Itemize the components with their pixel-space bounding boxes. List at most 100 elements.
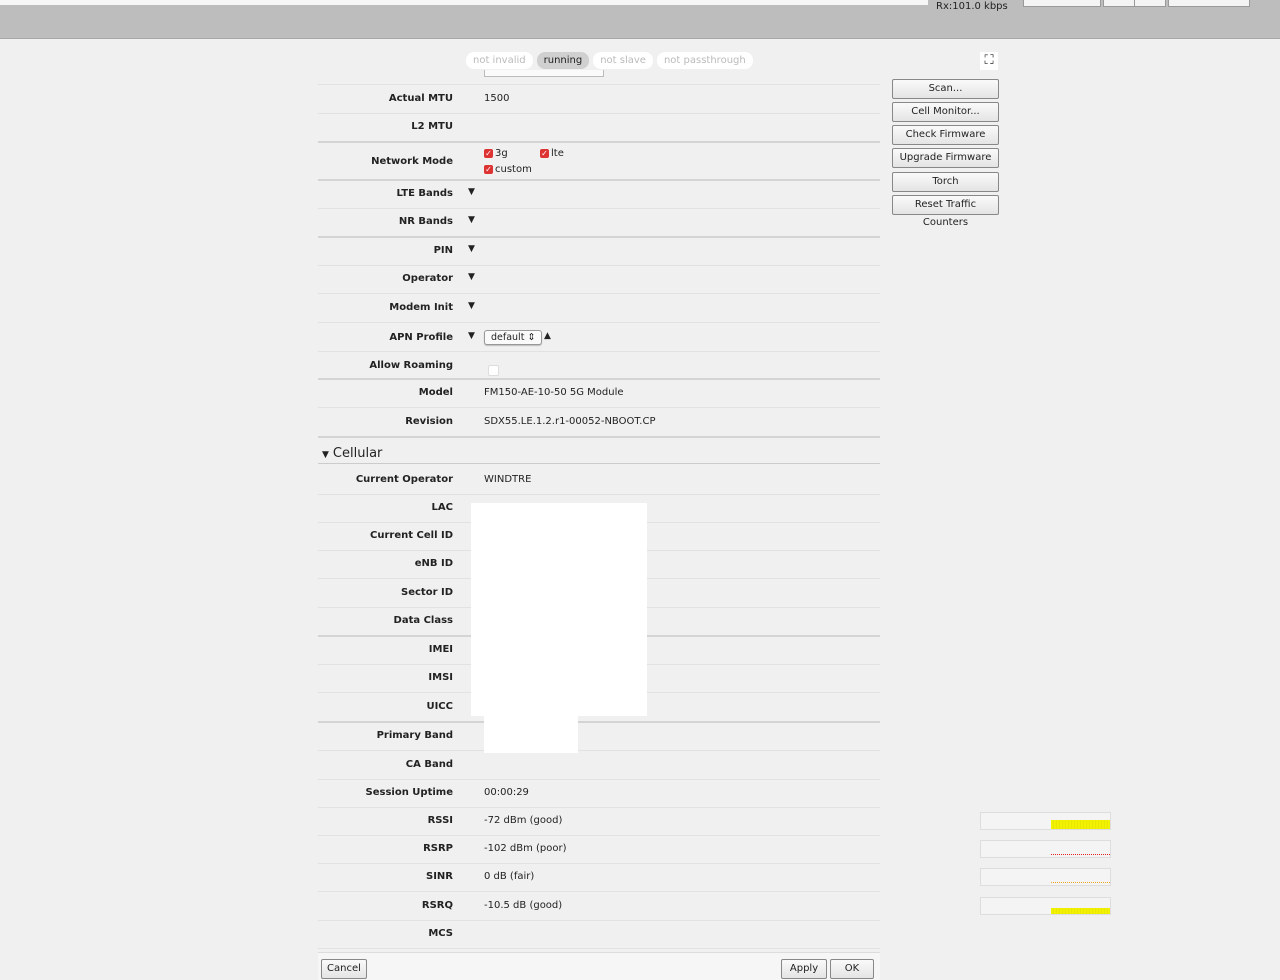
row-primary-band: Primary Band	[318, 722, 880, 751]
field-label: IMSI	[428, 672, 453, 683]
collapse-icon: ▼	[322, 450, 329, 460]
field-label: Model	[418, 387, 453, 398]
cell-monitor-button[interactable]: Cell Monitor...	[892, 102, 999, 122]
field-value: -10.5 dB (good)	[484, 900, 563, 911]
field-label: RSRP	[423, 843, 453, 854]
redacted-area	[484, 716, 578, 753]
signal-meter-fill	[1051, 820, 1110, 829]
field-value: WINDTRE	[484, 474, 532, 485]
toolbar-button[interactable]	[1023, 0, 1101, 7]
apn-profile-row: APN Profile ▼ default ⇕ ▲	[318, 323, 880, 352]
field-label: L2 MTU	[411, 121, 453, 132]
field-label: Revision	[405, 416, 453, 427]
field-label: Modem Init	[389, 302, 453, 313]
row-rsrp: RSRP -102 dBm (poor)	[318, 835, 1111, 864]
row-modem-init: Modem Init ▼	[318, 294, 880, 323]
cellular-section-header[interactable]: ▼ Cellular	[318, 446, 880, 464]
field-label: Operator	[402, 273, 453, 284]
expand-down-icon[interactable]: ▼	[468, 272, 475, 282]
apply-button[interactable]: Apply	[781, 959, 827, 979]
fullscreen-icon[interactable]: ⛶	[980, 52, 998, 70]
reset-traffic-counters-button[interactable]: Reset Traffic Counters	[892, 195, 999, 228]
torch-button[interactable]: Torch	[892, 172, 999, 192]
field-value: -102 dBm (poor)	[484, 843, 567, 854]
checkbox-lte[interactable]: ✓ lte	[540, 148, 564, 159]
scan-button[interactable]: Scan...	[892, 79, 999, 99]
field-label: Actual MTU	[388, 93, 453, 104]
field-value: 1500	[484, 93, 510, 104]
row-l2-mtu: L2 MTU	[318, 113, 880, 143]
expand-down-icon[interactable]: ▼	[468, 244, 475, 254]
field-label: LTE Bands	[396, 188, 453, 199]
check-firmware-button[interactable]: Check Firmware	[892, 125, 999, 145]
expand-down-icon[interactable]: ▼	[468, 215, 475, 225]
row-model: Model FM150-AE-10-50 5G Module	[318, 379, 880, 408]
expand-down-icon[interactable]: ▼	[468, 331, 475, 341]
field-label: Current Operator	[355, 474, 453, 485]
toolbar-button[interactable]	[1134, 0, 1166, 7]
field-value: SDX55.LE.1.2.r1-00052-NBOOT.CP	[484, 416, 656, 427]
signal-meter	[980, 897, 1111, 915]
row-rssi: RSSI -72 dBm (good)	[318, 807, 1111, 836]
signal-meter	[980, 868, 1111, 886]
field-value: 00:00:29	[484, 787, 529, 798]
field-label: IMEI	[428, 644, 453, 655]
field-label: Data Class	[393, 615, 453, 626]
field-label: SINR	[426, 871, 453, 882]
signal-meter	[980, 812, 1111, 830]
row-ca-band: CA Band	[318, 751, 880, 780]
field-label: APN Profile	[389, 332, 453, 343]
field-label: NR Bands	[398, 216, 453, 227]
allow-roaming-checkbox[interactable]	[488, 365, 499, 376]
row-sinr: SINR 0 dB (fair)	[318, 863, 1111, 892]
field-label: Allow Roaming	[369, 360, 453, 371]
top-field	[0, 0, 928, 5]
cancel-button[interactable]: Cancel	[321, 959, 367, 979]
network-mode-row: Network Mode ✓ 3g ✓ lte ✓ custom	[318, 142, 880, 181]
field-label: UICC	[426, 701, 453, 712]
field-label: Session Uptime	[365, 787, 453, 798]
check-icon: ✓	[484, 164, 493, 174]
toolbar-button[interactable]	[1103, 0, 1135, 7]
field-value: -72 dBm (good)	[484, 815, 563, 826]
row-nr-bands: NR Bands ▼	[318, 208, 880, 238]
field-label: Current Cell ID	[370, 530, 453, 541]
redacted-area	[471, 503, 647, 716]
row-actual-mtu: Actual MTU 1500	[318, 85, 880, 114]
field-label: Sector ID	[401, 587, 453, 598]
field-label: CA Band	[405, 759, 453, 770]
signal-meter	[980, 840, 1111, 858]
field-label: RSRQ	[421, 900, 453, 911]
partial-row	[318, 66, 880, 85]
field-label: Primary Band	[376, 730, 453, 741]
row-operator: Operator ▼	[318, 265, 880, 294]
expand-down-icon[interactable]: ▼	[468, 187, 475, 197]
row-mcs: MCS	[318, 920, 880, 949]
check-icon: ✓	[540, 148, 549, 158]
check-icon: ✓	[484, 148, 493, 158]
checkbox-custom[interactable]: ✓ custom	[484, 164, 532, 175]
signal-meter-fill	[1051, 854, 1110, 855]
ok-button[interactable]: OK	[830, 959, 874, 979]
apn-profile-select[interactable]: default ⇕	[484, 330, 543, 345]
field-label: PIN	[433, 245, 453, 256]
toolbar-button[interactable]	[1168, 0, 1250, 7]
signal-meter-fill	[1051, 882, 1110, 883]
field-label: eNB ID	[414, 558, 453, 569]
field-label: MCS	[428, 928, 453, 939]
allow-roaming-row: Allow Roaming	[318, 351, 880, 380]
row-rsrq: RSRQ -10.5 dB (good)	[318, 892, 1111, 921]
row-pin: PIN ▼	[318, 237, 880, 266]
signal-meter-fill	[1051, 908, 1110, 914]
row-lte-bands: LTE Bands ▼	[318, 180, 880, 209]
window-toolbar: Rx:101.0 kbps	[0, 0, 1280, 39]
field-label: LAC	[431, 502, 453, 513]
field-value: 0 dB (fair)	[484, 871, 535, 882]
row-revision: Revision SDX55.LE.1.2.r1-00052-NBOOT.CP	[318, 408, 880, 438]
collapse-up-icon[interactable]: ▲	[544, 331, 551, 341]
field-value: FM150-AE-10-50 5G Module	[484, 387, 624, 398]
field-label: RSSI	[427, 815, 453, 826]
checkbox-3g[interactable]: ✓ 3g	[484, 148, 508, 159]
upgrade-firmware-button[interactable]: Upgrade Firmware	[892, 148, 999, 168]
expand-down-icon[interactable]: ▼	[468, 301, 475, 311]
